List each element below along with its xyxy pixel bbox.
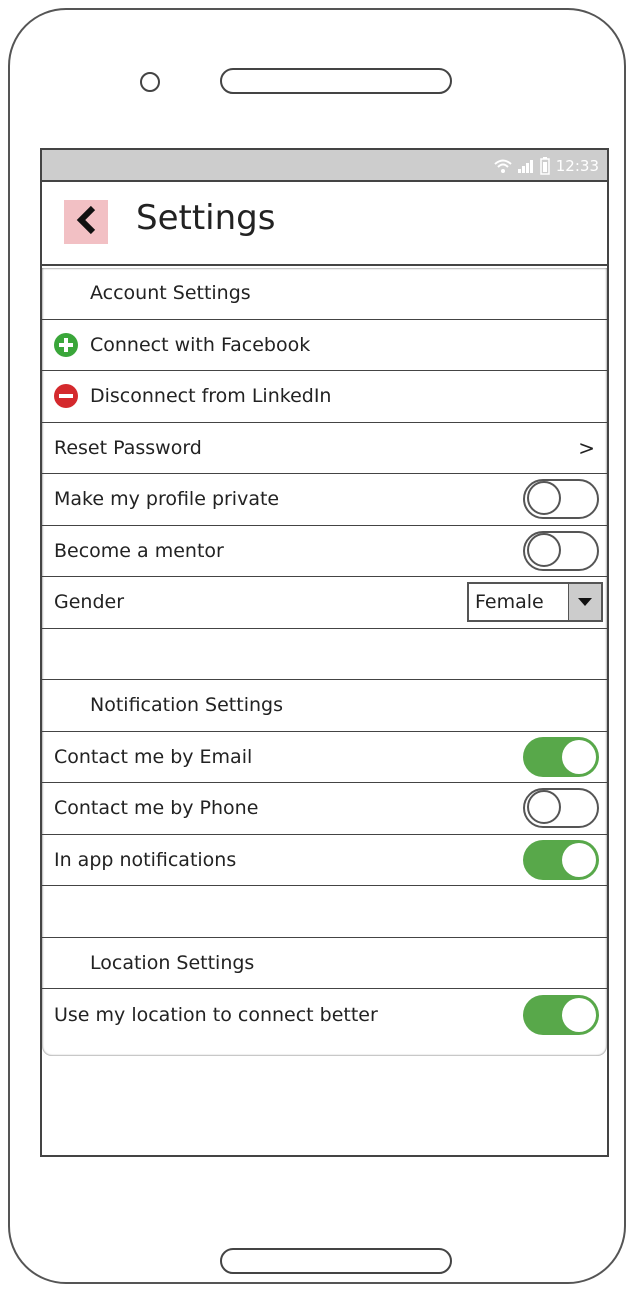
in-app-notifications-toggle[interactable]	[523, 839, 599, 880]
back-button[interactable]	[64, 200, 108, 244]
caret-down-icon	[578, 598, 592, 607]
home-button[interactable]	[220, 1248, 452, 1274]
contact-phone-toggle[interactable]	[523, 788, 599, 829]
item-label: In app notifications	[54, 848, 237, 871]
gender-selected-value: Female	[475, 591, 544, 614]
minus-circle-icon	[54, 384, 78, 409]
section-title: Account Settings	[90, 282, 251, 305]
reset-password-item[interactable]: Reset Password >	[42, 423, 607, 474]
page-title: Settings	[136, 198, 276, 238]
wifi-icon	[494, 159, 512, 173]
speaker-grille	[220, 68, 452, 94]
use-location-toggle[interactable]	[523, 994, 599, 1035]
dropdown-button[interactable]	[568, 584, 601, 621]
in-app-notifications-item: In app notifications	[42, 835, 607, 886]
screen: 12:33 Settings Account Settings Connect …	[40, 148, 609, 1157]
item-label: Contact me by Email	[54, 745, 253, 768]
front-camera	[140, 72, 160, 92]
item-label: Gender	[54, 591, 125, 614]
gender-select[interactable]: Female	[467, 582, 603, 623]
item-label: Make my profile private	[54, 488, 280, 511]
settings-list: Account Settings Connect with Facebook D…	[42, 268, 607, 1041]
status-icons: 12:33	[494, 156, 599, 176]
status-time: 12:33	[555, 157, 599, 175]
item-label: Disconnect from LinkedIn	[90, 385, 332, 408]
status-bar: 12:33	[42, 150, 607, 182]
become-mentor-item: Become a mentor	[42, 526, 607, 577]
gender-item: Gender Female	[42, 577, 607, 629]
section-header-account: Account Settings	[42, 268, 607, 320]
toggle-knob	[527, 481, 561, 516]
contact-phone-item: Contact me by Phone	[42, 783, 607, 835]
use-location-item: Use my location to connect better	[42, 989, 607, 1041]
item-label: Use my location to connect better	[54, 1003, 378, 1026]
toggle-knob	[527, 532, 561, 567]
section-header-notification: Notification Settings	[42, 680, 607, 732]
spacer-row	[42, 629, 607, 680]
spacer-row	[42, 886, 607, 938]
signal-icon	[517, 159, 534, 173]
contact-email-toggle[interactable]	[523, 736, 599, 777]
item-label: Reset Password	[54, 436, 202, 459]
section-title: Location Settings	[90, 951, 255, 974]
app-bar: Settings	[42, 182, 607, 266]
section-header-location: Location Settings	[42, 938, 607, 989]
toggle-knob	[562, 997, 596, 1032]
item-label: Contact me by Phone	[54, 797, 259, 820]
toggle-knob	[527, 790, 561, 825]
item-label: Become a mentor	[54, 539, 224, 562]
battery-icon	[540, 157, 550, 175]
disconnect-linkedin-item[interactable]: Disconnect from LinkedIn	[42, 371, 607, 423]
chevron-right-icon: >	[578, 435, 595, 460]
settings-card: Account Settings Connect with Facebook D…	[42, 268, 607, 1056]
toggle-knob	[562, 842, 596, 877]
profile-private-toggle[interactable]	[523, 479, 599, 520]
plus-circle-icon	[54, 332, 78, 357]
section-title: Notification Settings	[90, 694, 283, 717]
chevron-left-icon	[75, 205, 97, 239]
item-label: Connect with Facebook	[90, 333, 311, 356]
connect-facebook-item[interactable]: Connect with Facebook	[42, 320, 607, 371]
contact-email-item: Contact me by Email	[42, 732, 607, 783]
become-mentor-toggle[interactable]	[523, 530, 599, 571]
toggle-knob	[562, 739, 596, 774]
profile-private-item: Make my profile private	[42, 474, 607, 526]
